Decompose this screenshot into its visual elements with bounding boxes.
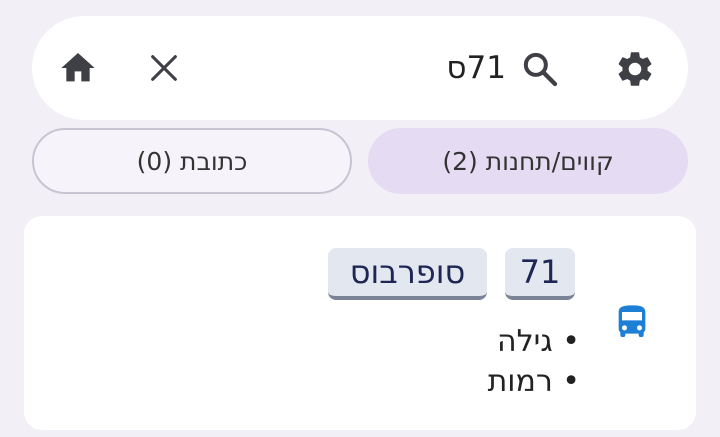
destination-item: • גילה [497,324,580,359]
tab-lines-stations[interactable]: קווים/תחנות (2) [368,128,688,194]
close-icon [151,55,177,81]
gear-icon [618,52,652,86]
search-bar [32,16,688,120]
operator-name: סופרבוס [349,253,466,291]
search-button[interactable] [518,47,562,91]
settings-button[interactable] [612,46,658,92]
bus-icon [618,305,646,337]
tab-address[interactable]: כתובת (0) [32,128,352,194]
home-button[interactable] [56,46,100,90]
bullet: • [552,364,580,399]
home-icon [61,53,95,82]
destination-label: גילה [497,324,553,359]
destination-label: רמות [487,364,553,399]
clear-search-button[interactable] [142,46,186,90]
route-number: 71 [519,253,561,291]
operator-badge: סופרבוס [328,248,487,300]
destination-item: • רמות [488,364,580,399]
bullet: • [552,324,580,359]
search-icon [523,52,558,87]
search-input[interactable] [202,44,506,92]
tab-lines-stations-label: קווים/תחנות (2) [442,146,614,176]
result-card-line[interactable]: סופרבוס 71 • גילה • רמות [24,216,696,430]
route-number-badge: 71 [505,248,575,300]
tab-address-label: כתובת (0) [136,146,248,176]
